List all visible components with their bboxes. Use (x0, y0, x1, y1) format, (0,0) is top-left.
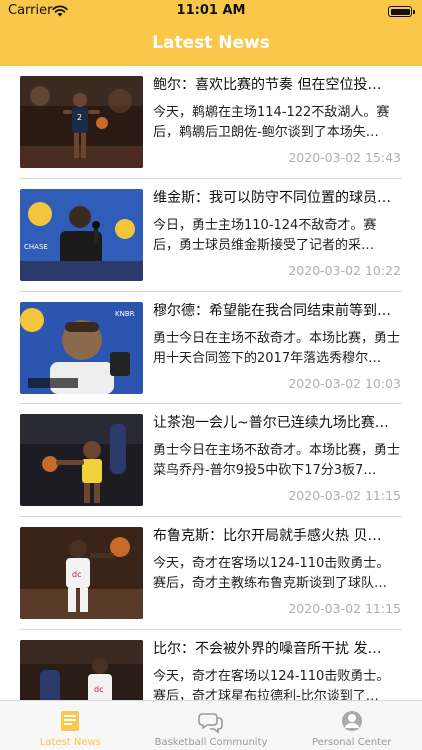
person-icon (341, 711, 362, 731)
page-title: Latest News (152, 33, 270, 53)
svg-text:KNBR: KNBR (115, 310, 135, 318)
status-bar: Carrier 11:01 AM (0, 0, 422, 22)
tab-label: Latest News (39, 737, 101, 748)
chat-bubbles-icon (198, 713, 223, 734)
news-item[interactable]: dc 比尔：不会被外界的噪音所干扰 发… 今天，奇才在客场以124-110击败勇… (0, 630, 422, 700)
news-headline: 维金斯：我可以防守不同位置的球员… (153, 189, 391, 206)
news-thumbnail: KNBR (20, 301, 143, 394)
news-headline: 穆尔德：希望能在我合同结束前等到… (153, 302, 391, 319)
news-item[interactable]: dc 布鲁克斯：比尔开局就手感火热 贝… 今天，奇才在客场以124-110击败勇… (0, 517, 422, 630)
news-date: 2020-03-02 10:22 (288, 262, 401, 278)
news-headline: 布鲁克斯：比尔开局就手感火热 贝… (153, 528, 382, 545)
news-list[interactable]: 2 鲍尔：喜欢比赛的节奏 但在空位投… 今天，鹈鹕在主场114-122不敌湖人。… (0, 66, 422, 700)
news-date: 2020-03-02 15:43 (288, 150, 401, 165)
news-headline: 鲍尔：喜欢比赛的节奏 但在空位投… (153, 77, 382, 93)
tab-personal-center[interactable]: Personal Center (281, 701, 422, 750)
tab-label: Basketball Community (154, 737, 268, 748)
tab-bar: Latest News Basketball Community Persona… (0, 700, 422, 750)
news-thumbnail: dc (20, 639, 143, 700)
news-item[interactable]: 让茶泡一会儿~普尔已连续九场比赛… 勇士今日在主场不敌奇才。本场比赛，勇士菜鸟乔… (0, 404, 422, 518)
news-item[interactable]: 2 鲍尔：喜欢比赛的节奏 但在空位投… 今天，鹈鹕在主场114-122不敌湖人。… (0, 66, 422, 179)
news-summary: 今天，鹈鹕在主场114-122不敌湖人。赛后，鹈鹕后卫朗佐-鲍尔谈到了本场失… (153, 105, 390, 140)
news-date: 2020-03-02 10:03 (288, 375, 401, 391)
tab-latest-news[interactable]: Latest News (0, 701, 141, 750)
news-thumbnail: dc (20, 527, 143, 620)
news-headline: 比尔：不会被外界的噪音所干扰 发… (153, 640, 382, 657)
svg-text:dc: dc (72, 570, 81, 579)
svg-text:2: 2 (77, 113, 82, 122)
battery-icon (388, 6, 415, 17)
news-summary: 今天，奇才在客场以124-110击败勇士。赛后，奇才主教练布鲁克斯谈到了球队… (153, 556, 390, 592)
tab-label: Personal Center (312, 737, 392, 748)
news-summary: 今日，勇士主场110-124不敌奇才。赛后，勇士球员维金斯接受了记者的采… (153, 217, 377, 253)
news-date: 2020-03-02 11:15 (288, 488, 401, 504)
news-icon (61, 711, 80, 731)
tab-basketball-community[interactable]: Basketball Community (141, 701, 282, 750)
news-summary: 勇士今日在主场不敌奇才。本场比赛，勇士用十天合同签下的2017年落选秀穆尔… (153, 330, 401, 366)
navigation-bar: Latest News (0, 22, 422, 66)
svg-text:dc: dc (94, 685, 103, 694)
news-thumbnail: CHASE (20, 188, 143, 281)
news-thumbnail (20, 414, 143, 507)
news-summary: 今天，奇才在客场以124-110击败勇士。赛后，奇才球星布拉德利-比尔谈到了… (153, 668, 390, 700)
news-date: 2020-03-02 11:15 (288, 601, 401, 617)
news-item[interactable]: CHASE 维金斯：我可以防守不同位置的球员… 今日，勇士主场110-124不敌… (0, 179, 422, 292)
news-item[interactable]: KNBR 穆尔德：希望能在我合同结束前等到… 勇士今日在主场不敌奇才。本场比赛，… (0, 292, 422, 405)
news-summary: 勇士今日在主场不敌奇才。本场比赛，勇士菜鸟乔丹-普尔9投5中砍下17分3板7… (153, 443, 401, 479)
news-thumbnail: 2 (20, 76, 143, 168)
svg-text:CHASE: CHASE (24, 243, 48, 251)
clock: 11:01 AM (176, 3, 246, 18)
news-headline: 让茶泡一会儿~普尔已连续九场比赛… (153, 415, 389, 432)
